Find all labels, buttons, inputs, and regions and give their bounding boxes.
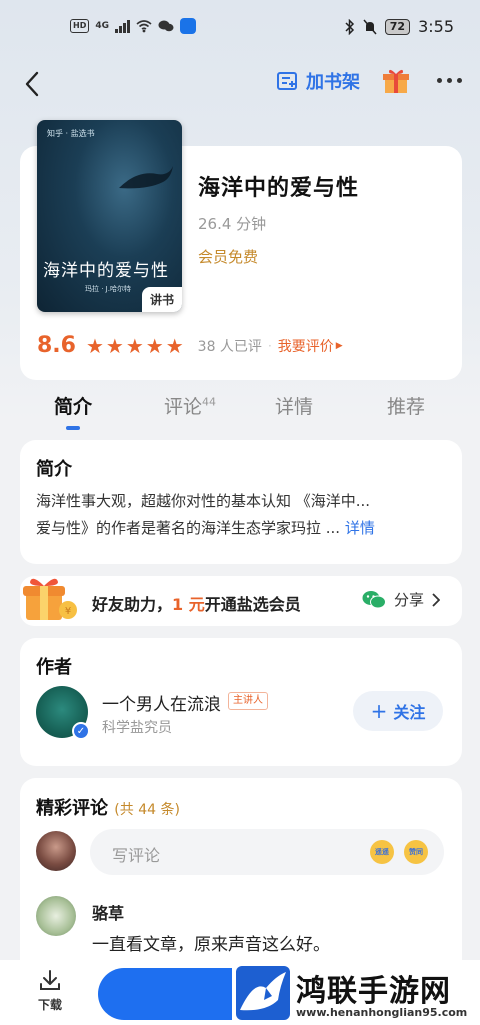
rating-separator: ·	[267, 338, 272, 353]
cover-tag: 讲书	[141, 287, 182, 312]
hd-indicator: HD	[70, 19, 90, 33]
comment-user-avatar[interactable]	[36, 896, 76, 936]
intro-text[interactable]: 海洋性事大观，超越你对性的基本认知 《海洋中... 爱与性》的作者是著名的海洋生…	[36, 488, 448, 542]
book-cover[interactable]: 知乎 · 盐选书 海洋中的爱与性 玛拉 · J.哈尔特 讲书	[37, 120, 182, 312]
rating-stars: ★ ★ ★ ★ ★	[86, 334, 184, 358]
rate-link-label: 我要评价	[277, 338, 334, 355]
download-label: 下载	[37, 998, 62, 1012]
more-dot	[447, 78, 452, 83]
status-left: HD 4G	[70, 18, 196, 34]
rate-link[interactable]: 我要评价 ▶	[278, 336, 343, 356]
more-dot	[457, 78, 462, 83]
status-right: 72 3:55	[345, 17, 454, 36]
add-to-shelf-button[interactable]: 加书架	[276, 68, 360, 94]
tab-indicator	[66, 426, 80, 430]
my-avatar	[36, 831, 76, 871]
gift-box-icon: ¥	[23, 578, 77, 620]
share-label: 分享	[394, 591, 425, 609]
verified-check-icon: ✓	[72, 722, 90, 740]
star-icon: ★	[145, 333, 164, 358]
network-indicator: 4G	[95, 21, 109, 31]
rating-score: 8.6	[37, 333, 76, 358]
vip-free-label: 会员免费	[198, 248, 259, 266]
plus-icon: +	[370, 699, 388, 723]
promo-text-price: 1 元	[172, 595, 205, 614]
book-title: 海洋中的爱与性	[198, 176, 360, 201]
tab-comments[interactable]: 评论44	[164, 392, 216, 419]
chevron-right-icon	[432, 592, 441, 607]
tab-comments-label: 评论	[164, 396, 203, 418]
back-button[interactable]	[14, 64, 50, 104]
comment-user-name[interactable]: 骆草	[92, 900, 124, 924]
bluetooth-icon	[345, 18, 354, 35]
intro-title: 简介	[36, 459, 72, 480]
intro-line-1: 海洋性事大观，超越你对性的基本认知 《海洋中...	[36, 492, 371, 510]
promo-text: 好友助力，1 元开通盐选会员	[92, 591, 301, 615]
tab-recommend[interactable]: 推荐	[387, 392, 425, 419]
mute-bell-icon	[363, 19, 377, 34]
download-button[interactable]: 下载	[28, 968, 72, 1020]
add-to-shelf-label: 加书架	[306, 72, 360, 93]
star-icon: ★	[85, 333, 104, 358]
book-duration: 26.4 分钟	[198, 215, 267, 233]
status-bar: HD 4G 72 3:55	[0, 0, 480, 58]
author-badge: 主讲人	[228, 692, 268, 710]
watermark-url: www.henanhonglian95.com	[296, 1006, 468, 1019]
star-icon: ★	[165, 333, 184, 358]
caret-right-icon: ▶	[335, 340, 343, 351]
star-icon: ★	[105, 333, 124, 358]
promo-text-b: 开通盐选会员	[204, 595, 301, 614]
chat-app-icon	[158, 20, 174, 32]
rating-row: 8.6 ★ ★ ★ ★ ★ 38 人已评 · 我要评价 ▶	[37, 333, 343, 358]
more-button[interactable]	[437, 78, 462, 83]
emoji-sticker-icon[interactable]: 赞同	[404, 840, 428, 864]
rated-count: 38 人已评	[197, 338, 262, 355]
gift-icon[interactable]	[381, 66, 411, 96]
cover-subtitle: 玛拉 · J.哈尔特	[85, 285, 131, 293]
intro-detail-link[interactable]: 详情	[345, 519, 375, 537]
download-icon	[40, 970, 60, 990]
chevron-left-icon	[25, 71, 39, 97]
emoji-sticker-icon[interactable]: 遥遥	[370, 840, 394, 864]
bookshelf-icon	[277, 72, 297, 90]
share-button[interactable]: 分享	[362, 589, 441, 610]
watermark-logo-icon	[236, 966, 290, 1020]
clock: 3:55	[418, 17, 454, 36]
intro-line-2-wrap: 爱与性》的作者是著名的海洋生态学家玛拉 ... 详情	[36, 515, 448, 542]
author-section-title: 作者	[36, 657, 72, 678]
wifi-icon	[136, 19, 152, 32]
top-nav: 加书架	[0, 60, 480, 108]
comment-input-placeholder: 写评论	[112, 846, 161, 865]
promo-text-a: 好友助力，	[92, 595, 173, 614]
more-dot	[437, 78, 442, 83]
cover-brand: 知乎 · 盐选书	[47, 129, 95, 138]
cover-title: 海洋中的爱与性	[43, 261, 169, 281]
svg-text:¥: ¥	[65, 606, 71, 617]
comments-section-title: 精彩评论 (共 44 条)	[36, 794, 180, 820]
tab-bar: 简介 评论44 详情 推荐	[0, 392, 480, 436]
battery-indicator: 72	[384, 18, 411, 35]
comments-title-label: 精彩评论	[36, 798, 108, 819]
whale-illustration	[119, 166, 173, 189]
intro-line-2: 爱与性》的作者是著名的海洋生态学家玛拉 ...	[36, 519, 341, 537]
author-name[interactable]: 一个男人在流浪	[102, 690, 221, 715]
star-icon: ★	[125, 333, 144, 358]
app-notification-icon	[180, 18, 196, 34]
tab-intro[interactable]: 简介	[54, 392, 92, 419]
author-role: 科学盐究员	[102, 720, 172, 736]
signal-icon	[115, 19, 130, 33]
follow-label: 关注	[393, 703, 426, 722]
watermark-title: 鸿联手游网	[296, 974, 451, 1009]
tab-comments-count: 44	[202, 395, 217, 409]
comments-count: (共 44 条)	[114, 802, 180, 818]
tab-details[interactable]: 详情	[275, 392, 313, 419]
wechat-icon	[362, 590, 386, 608]
comment-text: 一直看文章，原来声音这么好。	[92, 935, 330, 955]
follow-button[interactable]: + 关注	[353, 691, 443, 731]
